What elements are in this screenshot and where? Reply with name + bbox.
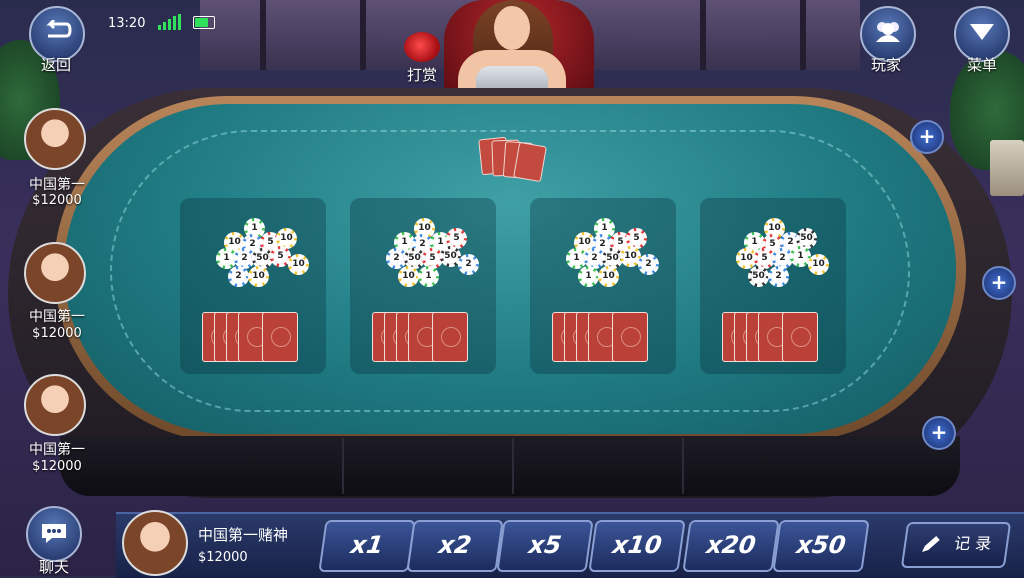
multiplier-x50-button[interactable]: x50 xyxy=(772,520,870,572)
window-frame xyxy=(800,0,806,70)
add-seat-button[interactable]: + xyxy=(922,416,956,450)
chip-value: 10 xyxy=(279,231,294,246)
chat-bubble-icon xyxy=(42,524,66,543)
chip-value: 5 xyxy=(449,231,464,246)
chip-value: 10 xyxy=(401,269,416,284)
player-money: $12000 xyxy=(32,326,82,341)
tip-label[interactable]: 打赏 xyxy=(392,64,452,85)
chip-value: 5 xyxy=(757,251,772,266)
chip-value: 10 xyxy=(251,269,266,284)
chip-value: 10 xyxy=(739,251,754,266)
chip-value: 2 xyxy=(231,269,246,284)
chip-value: 1 xyxy=(581,269,596,284)
chip-value: 50 xyxy=(443,249,458,264)
player-name: 中国第一 xyxy=(29,177,85,193)
self-money: $12000 xyxy=(198,550,248,565)
chat-label[interactable]: 聊天 xyxy=(24,556,84,577)
avatar[interactable] xyxy=(24,108,86,170)
player-money: $12000 xyxy=(32,459,82,474)
chip-value: 2 xyxy=(587,251,602,266)
window-frame xyxy=(360,0,366,70)
card xyxy=(782,312,818,362)
chip-value: 50 xyxy=(799,231,814,246)
chip-value: 2 xyxy=(461,257,476,272)
pencil-icon xyxy=(922,536,940,552)
chip-value: 50 xyxy=(255,251,270,266)
multiplier-x20-button[interactable]: x20 xyxy=(682,520,780,572)
players-label[interactable]: 玩家 xyxy=(856,54,916,75)
window-frame xyxy=(260,0,266,70)
card xyxy=(612,312,648,362)
player-name: 中国第一 xyxy=(29,309,85,325)
clock: 13:20 xyxy=(108,16,146,31)
add-seat-button[interactable]: + xyxy=(982,266,1016,300)
chip-value: 10 xyxy=(623,249,638,264)
chip-value: 10 xyxy=(601,269,616,284)
chip: 2 xyxy=(228,266,249,287)
back-arrow-icon xyxy=(46,18,72,38)
table-front-divider xyxy=(512,438,514,494)
chip-value: 1 xyxy=(569,251,584,266)
window-frame xyxy=(700,0,706,70)
add-seat-button[interactable]: + xyxy=(910,120,944,154)
chip-value: 2 xyxy=(775,251,790,266)
avatar[interactable] xyxy=(24,242,86,304)
card xyxy=(262,312,298,362)
self-name: 中国第一赌神 xyxy=(198,526,289,544)
chevron-down-icon xyxy=(970,24,994,40)
multiplier-x2-button[interactable]: x2 xyxy=(406,520,504,572)
battery-icon xyxy=(193,16,215,29)
multiplier-x1-button[interactable]: x1 xyxy=(318,520,416,572)
chip-value: 50 xyxy=(751,269,766,284)
dealer-face xyxy=(494,6,530,50)
chat-button[interactable] xyxy=(26,506,82,562)
chip-value: 2 xyxy=(389,251,404,266)
card xyxy=(432,312,468,362)
table-front-divider xyxy=(342,438,344,494)
chip-value: 5 xyxy=(425,251,440,266)
self-avatar[interactable] xyxy=(122,510,188,576)
chip: 50 xyxy=(748,266,769,287)
chip: 10 xyxy=(808,254,829,275)
avatar[interactable] xyxy=(24,374,86,436)
chip-value: 10 xyxy=(291,257,306,272)
record-label[interactable]: 记 录 xyxy=(951,524,994,564)
chip: 2 xyxy=(458,254,479,275)
chip: 10 xyxy=(398,266,419,287)
table-front xyxy=(60,436,960,496)
chip: 10 xyxy=(598,266,619,287)
chip-value: 2 xyxy=(771,269,786,284)
table-front-divider xyxy=(682,438,684,494)
chip-value: 1 xyxy=(219,251,234,266)
chip: 10 xyxy=(288,254,309,275)
chip-value: 50 xyxy=(605,251,620,266)
chip: 2 xyxy=(768,266,789,287)
chip-value: 10 xyxy=(811,257,826,272)
chip-value: 1 xyxy=(421,269,436,284)
chip-value: 1 xyxy=(793,249,808,264)
back-label[interactable]: 返回 xyxy=(26,54,86,75)
players-icon xyxy=(876,22,900,42)
chip: 10 xyxy=(248,266,269,287)
chip: 1 xyxy=(418,266,439,287)
player-money: $12000 xyxy=(32,193,82,208)
chip-value: 2 xyxy=(237,251,252,266)
chip-value: 5 xyxy=(273,249,288,264)
player-name: 中国第一 xyxy=(29,442,85,458)
menu-label[interactable]: 菜单 xyxy=(952,54,1012,75)
rose-icon[interactable] xyxy=(404,32,440,62)
multiplier-x5-button[interactable]: x5 xyxy=(496,520,594,572)
chip-value: 50 xyxy=(407,251,422,266)
record-button[interactable]: 记 录 xyxy=(900,522,1012,568)
chip-value: 2 xyxy=(641,257,656,272)
pot-right xyxy=(990,140,1024,196)
signal-icon xyxy=(158,14,181,30)
chip: 1 xyxy=(578,266,599,287)
chip-value: 5 xyxy=(629,231,644,246)
chip: 2 xyxy=(638,254,659,275)
multiplier-x10-button[interactable]: x10 xyxy=(588,520,686,572)
